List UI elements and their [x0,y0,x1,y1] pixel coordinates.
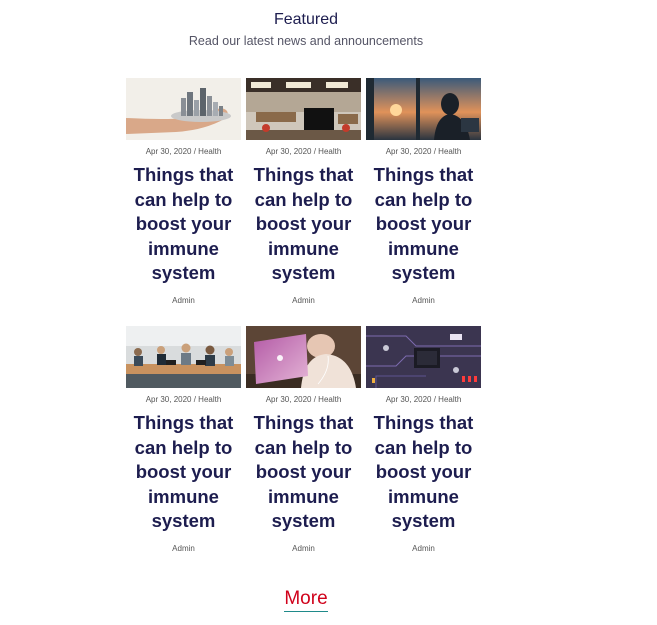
post-title[interactable]: Things that can help to boost your immun… [126,411,241,534]
post-author: Admin [412,295,435,305]
section-header: Featured Read our latest news and announ… [0,11,612,49]
post-card[interactable]: Apr 30, 2020 / Health Things that can he… [366,78,481,326]
post-author: Admin [292,543,315,553]
city-in-hand-image[interactable] [126,78,241,140]
post-meta: Apr 30, 2020 / Health [265,395,342,404]
circuit-board-image[interactable] [366,326,481,388]
section-subtitle: Read our latest news and announcements [188,34,424,48]
post-card[interactable]: Apr 30, 2020 / Health Things that can he… [246,326,361,574]
laptop-woman-image[interactable] [246,326,361,388]
post-author: Admin [412,543,435,553]
post-author: Admin [292,295,315,305]
team-meeting-image[interactable] [126,326,241,388]
post-title[interactable]: Things that can help to boost your immun… [246,163,361,286]
post-title[interactable]: Things that can help to boost your immun… [366,411,481,534]
more-link[interactable]: More [284,588,328,612]
post-title[interactable]: Things that can help to boost your immun… [366,163,481,286]
post-meta: Apr 30, 2020 / Health [145,147,222,156]
post-meta: Apr 30, 2020 / Health [265,147,342,156]
office-interior-image[interactable] [246,78,361,140]
post-author: Admin [172,295,195,305]
featured-posts-grid: Apr 30, 2020 / Health Things that can he… [126,78,486,574]
post-card[interactable]: Apr 30, 2020 / Health Things that can he… [366,326,481,574]
post-title[interactable]: Things that can help to boost your immun… [246,411,361,534]
section-title: Featured [273,11,339,28]
post-meta: Apr 30, 2020 / Health [385,147,462,156]
post-title[interactable]: Things that can help to boost your immun… [126,163,241,286]
post-card[interactable]: Apr 30, 2020 / Health Things that can he… [126,326,241,574]
post-card[interactable]: Apr 30, 2020 / Health Things that can he… [246,78,361,326]
post-meta: Apr 30, 2020 / Health [145,395,222,404]
window-sunset-image[interactable] [366,78,481,140]
more-container: More [0,588,612,612]
post-author: Admin [172,543,195,553]
post-meta: Apr 30, 2020 / Health [385,395,462,404]
post-card[interactable]: Apr 30, 2020 / Health Things that can he… [126,78,241,326]
